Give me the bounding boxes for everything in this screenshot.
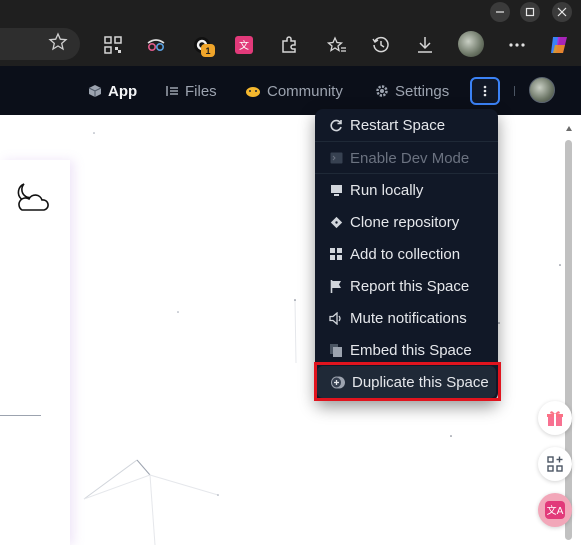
tab-settings[interactable]: Settings bbox=[375, 82, 449, 100]
menu-item-label: Restart Space bbox=[350, 116, 446, 134]
menu-item-run-locally[interactable]: Run locally bbox=[315, 174, 498, 206]
menu-item-label: Report this Space bbox=[350, 277, 470, 295]
apps-grid-icon bbox=[547, 456, 563, 472]
history-icon[interactable] bbox=[369, 33, 393, 57]
close-button[interactable] bbox=[552, 2, 572, 22]
collection-icon bbox=[329, 247, 343, 261]
menu-item-label: Run locally bbox=[350, 181, 424, 199]
apps-button[interactable] bbox=[538, 447, 572, 481]
extension-spy-icon[interactable] bbox=[144, 33, 168, 57]
maximize-icon bbox=[525, 7, 535, 17]
terminal-icon bbox=[329, 151, 343, 165]
extensions-puzzle-icon[interactable] bbox=[277, 33, 301, 57]
gift-icon bbox=[547, 411, 563, 426]
mute-icon bbox=[329, 311, 343, 325]
translate-icon: 文A bbox=[545, 501, 565, 519]
gear-icon bbox=[376, 85, 388, 97]
menu-item-label: Embed this Space bbox=[350, 341, 472, 359]
weather-moon-cloud-icon bbox=[17, 183, 49, 211]
translate-extension-icon[interactable]: 文 bbox=[232, 33, 256, 57]
svg-text:文A: 文A bbox=[547, 504, 564, 517]
menu-item-restart-space[interactable]: Restart Space bbox=[315, 109, 498, 141]
minimize-button[interactable] bbox=[490, 2, 510, 22]
translate-button[interactable]: 文A bbox=[538, 493, 572, 527]
favorites-icon[interactable] bbox=[325, 33, 349, 57]
menu-item-add-to-collection[interactable]: Add to collection bbox=[315, 238, 498, 270]
extension-badge: 1 bbox=[201, 44, 215, 57]
flag-icon bbox=[329, 279, 343, 293]
space-options-menu: Restart Space Enable Dev Mode Run locall… bbox=[315, 109, 498, 401]
minimize-icon bbox=[496, 11, 504, 13]
community-icon bbox=[246, 87, 260, 97]
tab-files[interactable]: Files bbox=[165, 82, 217, 100]
menu-item-mute-notifications[interactable]: Mute notifications bbox=[315, 302, 498, 334]
svg-text:文: 文 bbox=[239, 39, 249, 52]
menu-item-label: Enable Dev Mode bbox=[350, 149, 470, 167]
restart-icon bbox=[329, 118, 343, 132]
profile-avatar[interactable] bbox=[458, 31, 484, 57]
scroll-up-arrow-icon[interactable] bbox=[565, 125, 573, 133]
tab-settings-label: Settings bbox=[395, 82, 450, 100]
monitor-icon bbox=[329, 183, 343, 197]
scrollbar-thumb[interactable] bbox=[565, 140, 572, 540]
close-icon bbox=[557, 7, 567, 17]
tab-app[interactable]: App bbox=[88, 82, 137, 100]
vertical-dots-icon bbox=[483, 85, 487, 97]
address-bar[interactable] bbox=[0, 28, 80, 60]
maximize-button[interactable] bbox=[520, 2, 540, 22]
menu-item-enable-dev-mode[interactable]: Enable Dev Mode bbox=[315, 142, 498, 174]
cube-icon bbox=[88, 85, 102, 97]
menu-item-label: Clone repository bbox=[350, 213, 460, 231]
space-options-button[interactable] bbox=[470, 77, 500, 105]
embed-icon bbox=[329, 343, 343, 357]
downloads-icon[interactable] bbox=[413, 33, 437, 57]
nav-divider bbox=[514, 86, 515, 96]
highlight-annotation-box bbox=[314, 362, 501, 401]
gift-button[interactable] bbox=[538, 401, 572, 435]
tab-community[interactable]: Community bbox=[245, 82, 343, 100]
git-icon bbox=[329, 215, 343, 229]
tab-app-label: App bbox=[108, 82, 138, 100]
menu-item-label: Mute notifications bbox=[350, 309, 467, 327]
copilot-icon[interactable] bbox=[547, 33, 571, 57]
menu-item-clone-repository[interactable]: Clone repository bbox=[315, 206, 498, 238]
menu-item-report-space[interactable]: Report this Space bbox=[315, 270, 498, 302]
browser-toolbar: 文 bbox=[0, 24, 581, 66]
user-avatar[interactable] bbox=[529, 77, 555, 103]
files-icon bbox=[166, 86, 178, 96]
divider-line bbox=[0, 415, 41, 416]
tab-files-label: Files bbox=[185, 82, 217, 100]
qr-code-icon[interactable] bbox=[101, 33, 125, 57]
more-options-icon[interactable] bbox=[505, 33, 529, 57]
side-panel bbox=[0, 160, 70, 545]
favorite-star-icon[interactable] bbox=[48, 32, 72, 56]
tab-community-label: Community bbox=[267, 82, 343, 100]
browser-titlebar bbox=[0, 0, 581, 24]
menu-item-label: Add to collection bbox=[350, 245, 461, 263]
